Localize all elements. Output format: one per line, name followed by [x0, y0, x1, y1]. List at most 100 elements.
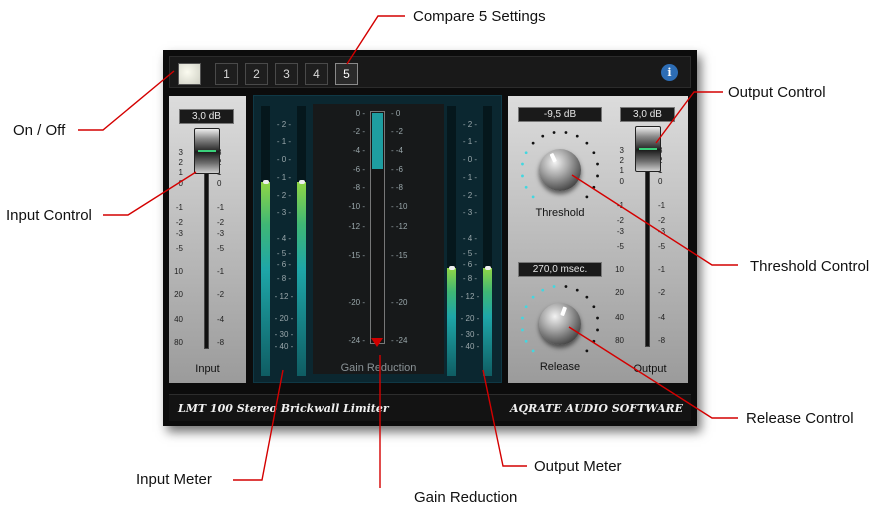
fader-scale-tick: 0 — [217, 179, 222, 188]
meter-scale-tick: - 4 - — [462, 234, 478, 243]
knob-scale-dot — [552, 131, 556, 134]
knob-scale-dot — [531, 141, 535, 145]
knob-scale-dot — [524, 185, 528, 189]
meter-scale-tick: - 2 - — [462, 120, 478, 129]
release-label: Release — [539, 361, 581, 373]
threshold-knob[interactable] — [539, 149, 581, 191]
fader-scale-tick: 3 — [619, 146, 624, 155]
annotation-input-meter: Input Meter — [136, 471, 212, 488]
meter-scale-tick: - 2 - — [276, 191, 292, 200]
threshold-readout[interactable]: -9,5 dB — [518, 107, 602, 122]
fader-scale-tick: -2 — [217, 218, 225, 227]
gr-scale-tick-right: - -2 — [391, 127, 403, 136]
meter-level — [447, 268, 456, 376]
gr-scale-tick-left: -24 - — [348, 336, 365, 345]
knob-scale-dot — [585, 349, 589, 353]
meter-scale-tick: - 8 - — [462, 274, 478, 283]
meter-scale-tick: - 1 - — [462, 173, 478, 182]
vendor-name: AQRATE AUDIO SOFTWARE — [509, 402, 683, 415]
meter-scale-tick: - 20 - — [460, 314, 480, 323]
meter-scale-tick: - 3 - — [276, 208, 292, 217]
meter-channel — [447, 106, 456, 376]
meter-scale-tick: - 1 - — [462, 137, 478, 146]
gr-scale-tick-left: -15 - — [348, 251, 365, 260]
knob-scale-dot — [592, 305, 596, 309]
knob-scale-dot — [521, 328, 524, 332]
output-gain-readout[interactable]: 3,0 dB — [620, 107, 675, 122]
fader-scale-tick: 10 — [174, 267, 183, 276]
fader-scale-tick: -1 — [658, 201, 666, 210]
knob-scale-dot — [564, 131, 568, 134]
meter-scale-tick: - 5 - — [276, 249, 292, 258]
input-gain-readout[interactable]: 3,0 dB — [179, 109, 234, 124]
compare-button-4[interactable]: 4 — [305, 63, 328, 85]
fader-scale-tick: 20 — [174, 290, 183, 299]
meter-level — [483, 268, 492, 376]
output-fader-handle[interactable] — [635, 126, 661, 172]
gr-scale-tick-left: -6 - — [353, 165, 365, 174]
knob-scale-dot — [596, 174, 599, 178]
release-readout[interactable]: 270,0 msec. — [518, 262, 602, 277]
gr-scale-tick-left: -4 - — [353, 146, 365, 155]
fader-scale-tick: -1 — [175, 203, 183, 212]
knob-scale-dot — [531, 195, 535, 199]
fader-scale-tick: 1 — [178, 168, 183, 177]
fader-scale-tick: 1 — [619, 166, 624, 175]
knob-scale-dot — [596, 162, 599, 166]
compare-button-5[interactable]: 5 — [335, 63, 358, 85]
meter-scale-tick: - 4 - — [276, 234, 292, 243]
compare-button-1[interactable]: 1 — [215, 63, 238, 85]
knob-scale-dot — [552, 285, 556, 288]
input-fader-handle[interactable] — [194, 128, 220, 174]
meter-peak-marker — [298, 179, 305, 184]
knob-scale-dot — [531, 349, 535, 353]
info-icon[interactable]: i — [661, 64, 678, 81]
meter-scale-tick: - 2 - — [276, 120, 292, 129]
fader-scale-tick: -1 — [217, 267, 225, 276]
meter-scale-tick: - 0 - — [462, 155, 478, 164]
meter-channel — [261, 106, 270, 376]
fader-scale-tick: -3 — [616, 227, 624, 236]
knob-scale-dot — [524, 151, 528, 155]
compare-button-3[interactable]: 3 — [275, 63, 298, 85]
gain-reduction-fill — [372, 113, 383, 170]
fader-scale-tick: -2 — [217, 290, 225, 299]
release-knob[interactable] — [539, 303, 581, 345]
knob-scale-dot — [585, 295, 589, 299]
annotation-on-off: On / Off — [13, 122, 66, 139]
knob-scale-dot — [564, 285, 568, 288]
gr-scale-tick-left: -8 - — [353, 183, 365, 192]
knob-scale-dot — [596, 316, 599, 320]
fader-scale-tick: 2 — [619, 156, 624, 165]
annotation-threshold-control: Threshold Control — [750, 258, 870, 275]
annotation-input-control: Input Control — [6, 207, 92, 224]
fader-scale-tick: -5 — [616, 242, 624, 251]
meter-level — [297, 181, 306, 376]
meter-scale-tick: - 8 - — [276, 274, 292, 283]
fader-scale-tick: -5 — [175, 244, 183, 253]
compare-button-2[interactable]: 2 — [245, 63, 268, 85]
meter-scale-tick: - 0 - — [276, 155, 292, 164]
gr-scale-tick-right: - -8 — [391, 183, 403, 192]
knob-scale-dot — [521, 162, 524, 166]
annotation-output-control: Output Control — [728, 84, 826, 101]
meter-peak-marker — [448, 266, 455, 270]
gr-scale-tick-left: 0 - — [355, 109, 365, 118]
gr-scale-tick-left: -12 - — [348, 222, 365, 231]
meter-scale-tick: - 40 - — [274, 342, 294, 351]
product-name: LMT 100 Stereo Brickwall Limiter — [178, 402, 389, 415]
annotation-release-control: Release Control — [746, 410, 854, 427]
gr-scale-tick-right: - -12 — [391, 222, 408, 231]
fader-scale-tick: -3 — [658, 227, 666, 236]
fader-scale-tick: -2 — [658, 216, 666, 225]
knob-scale-dot — [575, 134, 579, 138]
fader-scale-tick: -1 — [217, 203, 225, 212]
knob-scale-dot — [592, 339, 596, 343]
knob-scale-dot — [592, 185, 596, 189]
fader-scale-tick: 10 — [615, 265, 624, 274]
meter-scale-tick: - 2 - — [462, 191, 478, 200]
power-toggle-button[interactable] — [178, 63, 201, 85]
annotation-output-meter: Output Meter — [534, 458, 622, 475]
output-label: Output — [633, 363, 667, 375]
gr-scale-tick-right: - -10 — [391, 202, 408, 211]
